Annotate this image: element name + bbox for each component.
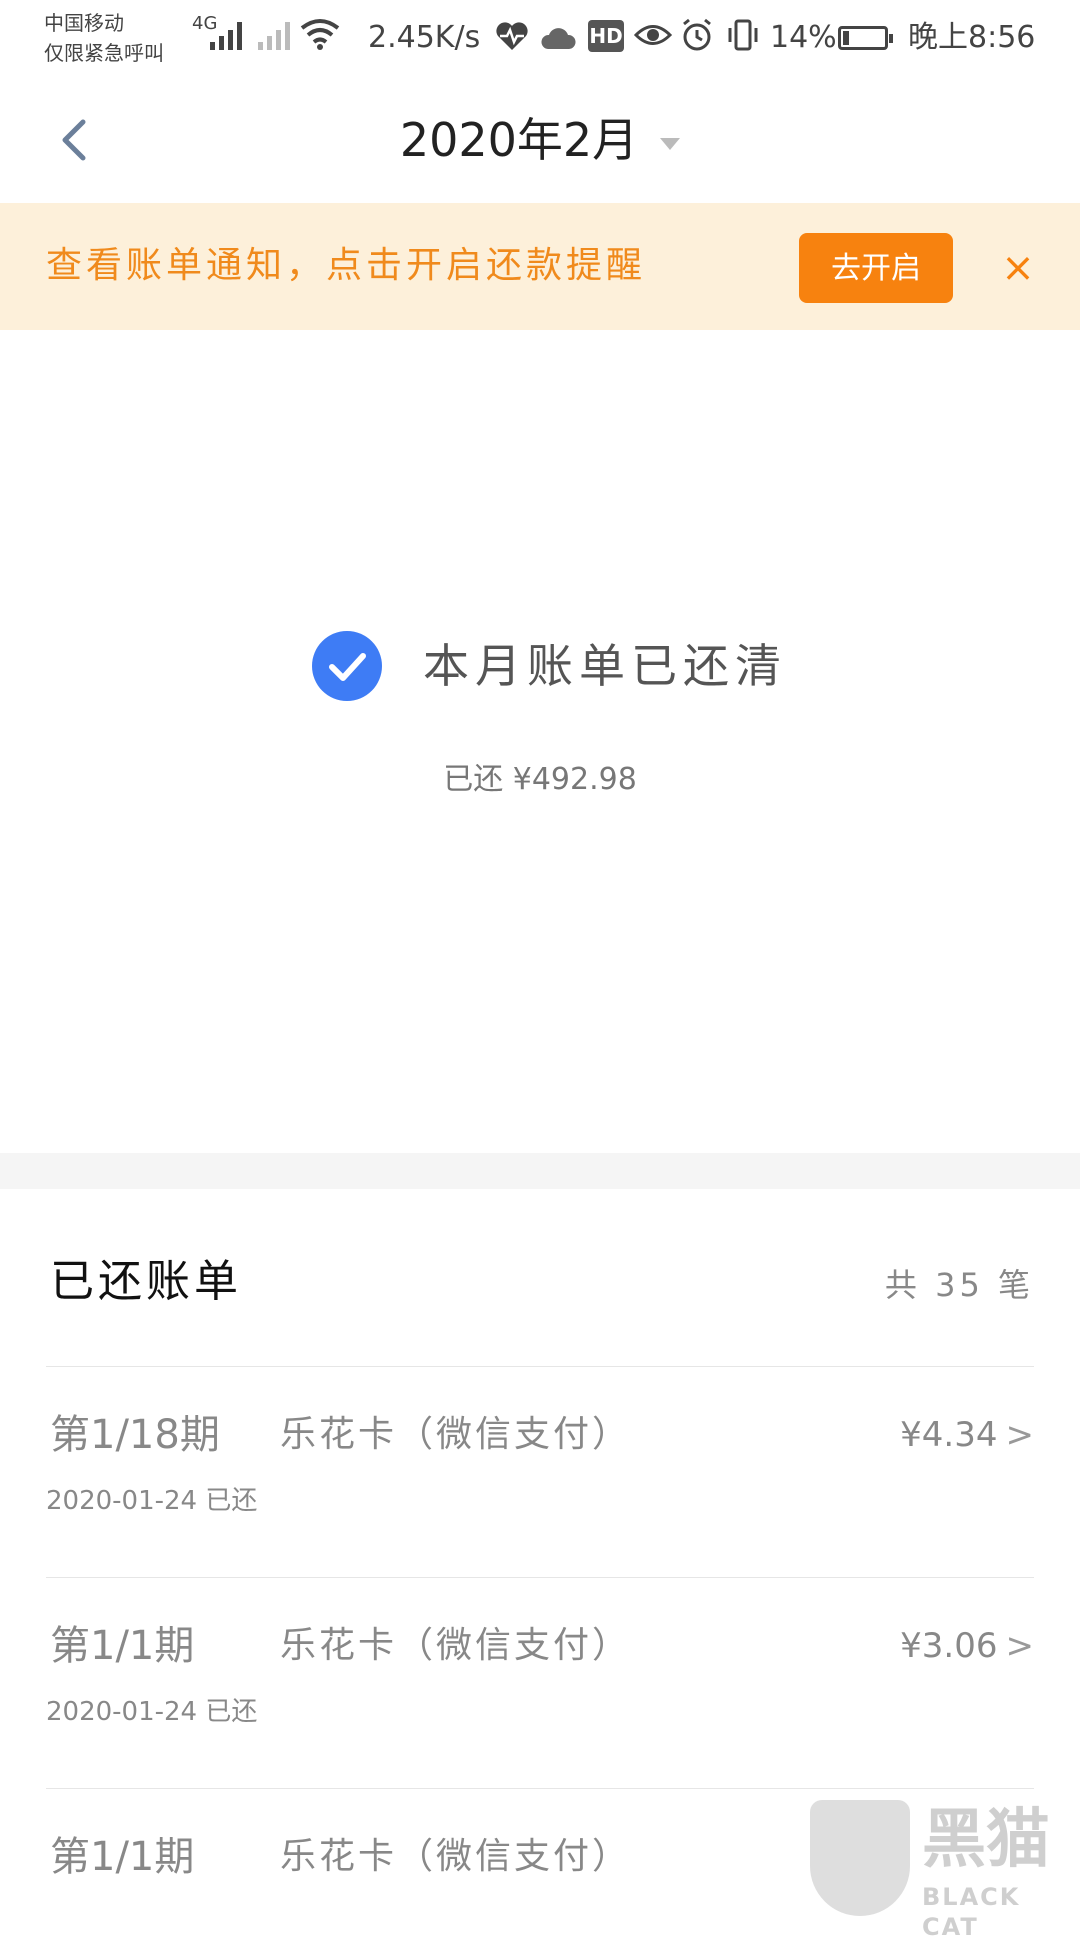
chevron-right-icon: > — [1005, 1626, 1035, 1666]
amount-value: ¥3.06 — [900, 1626, 998, 1666]
check-icon — [312, 631, 382, 701]
carrier-name: 中国移动 — [44, 11, 124, 35]
heart-rate-icon — [494, 20, 530, 63]
carrier-info: 中国移动 仅限紧急呼叫 — [44, 8, 164, 68]
close-icon[interactable]: × — [996, 243, 1040, 293]
caret-down-icon — [660, 137, 681, 150]
row-amount: ¥4.34 > — [900, 1407, 1034, 1463]
eye-icon — [633, 20, 673, 61]
installment-period: 第1/18期 — [50, 1412, 220, 1458]
page-title: 2020年2月 — [399, 113, 639, 167]
paid-amount: 已还 ¥492.98 — [443, 762, 637, 797]
hd-icon: HD — [588, 20, 624, 52]
vibrate-icon — [726, 18, 760, 63]
installment-period: 第1/1期 — [50, 1623, 195, 1669]
wifi-icon — [300, 16, 340, 61]
payment-method: 乐花卡（微信支付） — [280, 1625, 632, 1666]
installment-period: 第1/1期 — [50, 1834, 195, 1880]
section-divider — [0, 1153, 1080, 1189]
watermark: 黑猫 BLACK CAT — [810, 1800, 1080, 1941]
payment-method: 乐花卡（微信支付） — [280, 1414, 632, 1455]
payment-method: 乐花卡（微信支付） — [280, 1836, 632, 1877]
signal-2-icon — [258, 20, 290, 50]
watermark-en: BLACK CAT — [922, 1883, 1021, 1941]
page-header: 2020年2月 — [0, 80, 1080, 200]
list-item[interactable]: 第1/1期 乐花卡（微信支付） ¥3.06 > 2020-01-24 已还 — [0, 1578, 1080, 1788]
row-amount: ¥3.06 > — [900, 1618, 1034, 1674]
reminder-banner: 查看账单通知，点击开启还款提醒 去开启 × — [0, 203, 1080, 330]
paid-date: 2020-01-24 已还 — [46, 1697, 258, 1727]
bill-status-title: 本月账单已还清 — [423, 639, 787, 693]
battery-icon — [838, 26, 893, 50]
cloud-icon — [540, 22, 576, 62]
paid-list-title: 已还账单 — [50, 1256, 242, 1307]
status-bar: 中国移动 仅限紧急呼叫 4G 2.45K/s HD 14% 晚上8:56 — [0, 0, 1080, 80]
watermark-cn: 黑猫 — [922, 1803, 1050, 1877]
list-item[interactable]: 第1/18期 乐花卡（微信支付） ¥4.34 > 2020-01-24 已还 — [0, 1367, 1080, 1577]
carrier-status: 仅限紧急呼叫 — [44, 41, 164, 65]
signal-icon — [210, 20, 242, 50]
paid-date: 2020-01-24 已还 — [46, 1486, 258, 1516]
cat-shield-icon — [810, 1800, 910, 1916]
battery-percent: 14% — [770, 20, 837, 55]
paid-list-count: 共 35 笔 — [884, 1266, 1034, 1304]
amount-value: ¥4.34 — [900, 1415, 998, 1455]
chevron-right-icon: > — [1005, 1415, 1035, 1455]
banner-text: 查看账单通知，点击开启还款提醒 — [46, 245, 647, 286]
enable-reminder-button[interactable]: 去开启 — [799, 233, 953, 303]
network-speed: 2.45K/s — [368, 20, 481, 55]
alarm-icon — [680, 18, 714, 63]
clock: 晚上8:56 — [908, 20, 1036, 55]
month-selector[interactable]: 2020年2月 — [0, 105, 1080, 175]
